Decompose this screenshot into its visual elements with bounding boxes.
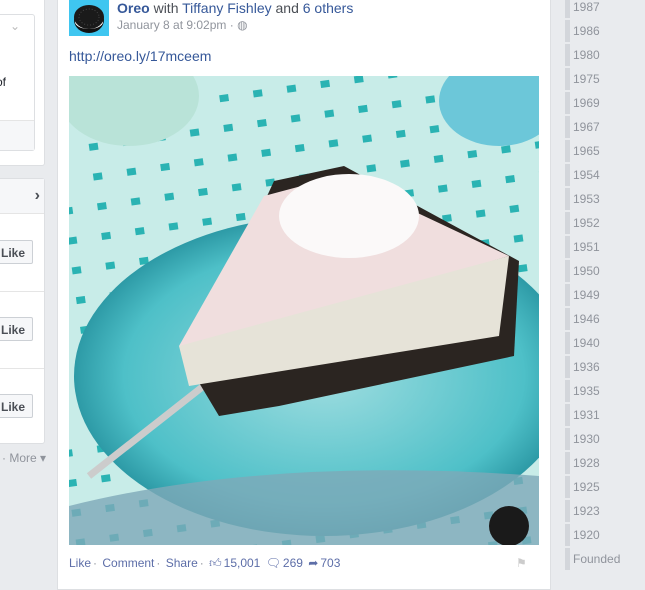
post-actions: Like · Comment · Share · 👍︎ 15,001 🗨︎ 269 ➦ 70…: [69, 556, 341, 570]
comment-icon: 🗨︎: [265, 556, 281, 570]
timeline-bar: [565, 452, 570, 474]
like-link[interactable]: Like: [69, 556, 91, 570]
timeline-bar: [565, 284, 570, 306]
avatar[interactable]: [69, 0, 109, 36]
timeline-year[interactable]: 1952: [573, 216, 600, 230]
left-story: ⌄ of: [0, 14, 35, 151]
timeline-year[interactable]: 1951: [573, 240, 600, 254]
timeline-bar: [565, 308, 570, 330]
timeline-bar: [565, 404, 570, 426]
timeline-bar: [565, 188, 570, 210]
timeline-year[interactable]: 1986: [573, 24, 600, 38]
timeline-year[interactable]: 1950: [573, 264, 600, 278]
share-icon: ➦: [308, 556, 319, 570]
suggested-pages-card: › Like Like Like: [0, 178, 45, 444]
timeline-year[interactable]: 1925: [573, 480, 600, 494]
timeline-year[interactable]: 1936: [573, 360, 600, 374]
timeline-year[interactable]: 1928: [573, 456, 600, 470]
post-link[interactable]: http://oreo.ly/17mceem: [69, 48, 211, 64]
timeline-bar: [565, 236, 570, 258]
timeline-year[interactable]: 1953: [573, 192, 600, 206]
more-link[interactable]: · More ▾: [2, 451, 46, 465]
timeline-bar: [565, 476, 570, 498]
globe-icon: ◍: [237, 18, 248, 32]
post-time: January 8 at 9:02pm · ◍: [117, 18, 248, 32]
timeline-year[interactable]: 1931: [573, 408, 600, 422]
timeline-bar: [565, 0, 570, 18]
timeline-bar: [565, 524, 570, 546]
timeline-bar: [565, 212, 570, 234]
timeline-year[interactable]: 1987: [573, 0, 600, 14]
left-card: ⌄ of: [0, 0, 45, 166]
tagged-user-link[interactable]: Tiffany Fishley: [182, 0, 271, 16]
timeline-bar: [565, 380, 570, 402]
timeline-year[interactable]: 1949: [573, 288, 600, 302]
comment-link[interactable]: Comment: [102, 556, 154, 570]
timeline-bar: [565, 44, 570, 66]
timeline-year[interactable]: 1975: [573, 72, 600, 86]
timeline-year[interactable]: 1920: [573, 528, 600, 542]
share-count[interactable]: 703: [320, 556, 340, 570]
timeline-bar: [565, 500, 570, 522]
author-link[interactable]: Oreo: [117, 0, 150, 16]
timeline-year[interactable]: 1980: [573, 48, 600, 62]
timeline-nav: 1987 1986 1980 1975 1969 1967 1965 1954 1953 1952…: [555, 0, 645, 577]
like-count[interactable]: 15,001: [224, 556, 261, 570]
timeline-bar: [565, 92, 570, 114]
divider: [0, 368, 44, 369]
timeline-year[interactable]: 1967: [573, 120, 600, 134]
timeline-bar: [565, 20, 570, 42]
timeline-bar: [565, 140, 570, 162]
post-photo[interactable]: [69, 76, 539, 545]
timestamp-link[interactable]: January 8 at 9:02pm: [117, 18, 226, 32]
and-text: and: [275, 0, 299, 16]
divider: [0, 291, 44, 292]
chevron-down-icon[interactable]: ⌄: [10, 19, 20, 33]
timeline-bar: [565, 356, 570, 378]
thumbs-up-icon: 👍︎: [209, 556, 222, 570]
post-header: Oreo with Tiffany Fishley and 6 others: [117, 0, 353, 16]
share-link[interactable]: Share: [166, 556, 198, 570]
timeline-year[interactable]: 1940: [573, 336, 600, 350]
timeline-year[interactable]: 1965: [573, 144, 600, 158]
card-header: ›: [0, 179, 44, 214]
timeline-bar: [565, 68, 570, 90]
timeline-year[interactable]: Founded: [573, 552, 620, 566]
like-page-button[interactable]: Like: [0, 394, 33, 418]
timeline-year[interactable]: 1935: [573, 384, 600, 398]
with-text: with: [153, 0, 179, 16]
timeline-bar: [565, 548, 570, 570]
like-page-button[interactable]: Like: [0, 240, 33, 264]
story-footer: [0, 120, 34, 150]
timeline-year[interactable]: 1954: [573, 168, 600, 182]
others-link[interactable]: 6 others: [303, 0, 354, 16]
partial-text: of: [0, 75, 7, 89]
timeline-bar: [565, 332, 570, 354]
timeline-bar: [565, 164, 570, 186]
timeline-bar: [565, 260, 570, 282]
timeline-year[interactable]: 1930: [573, 432, 600, 446]
timeline-bar: [565, 428, 570, 450]
like-page-button[interactable]: Like: [0, 317, 33, 341]
timeline-year[interactable]: 1923: [573, 504, 600, 518]
comment-count[interactable]: 269: [283, 556, 303, 570]
timeline-year[interactable]: 1969: [573, 96, 600, 110]
chevron-right-icon[interactable]: ›: [35, 187, 40, 205]
timeline-bar: [565, 116, 570, 138]
flag-icon[interactable]: ⚑: [516, 556, 527, 570]
timeline-year[interactable]: 1946: [573, 312, 600, 326]
